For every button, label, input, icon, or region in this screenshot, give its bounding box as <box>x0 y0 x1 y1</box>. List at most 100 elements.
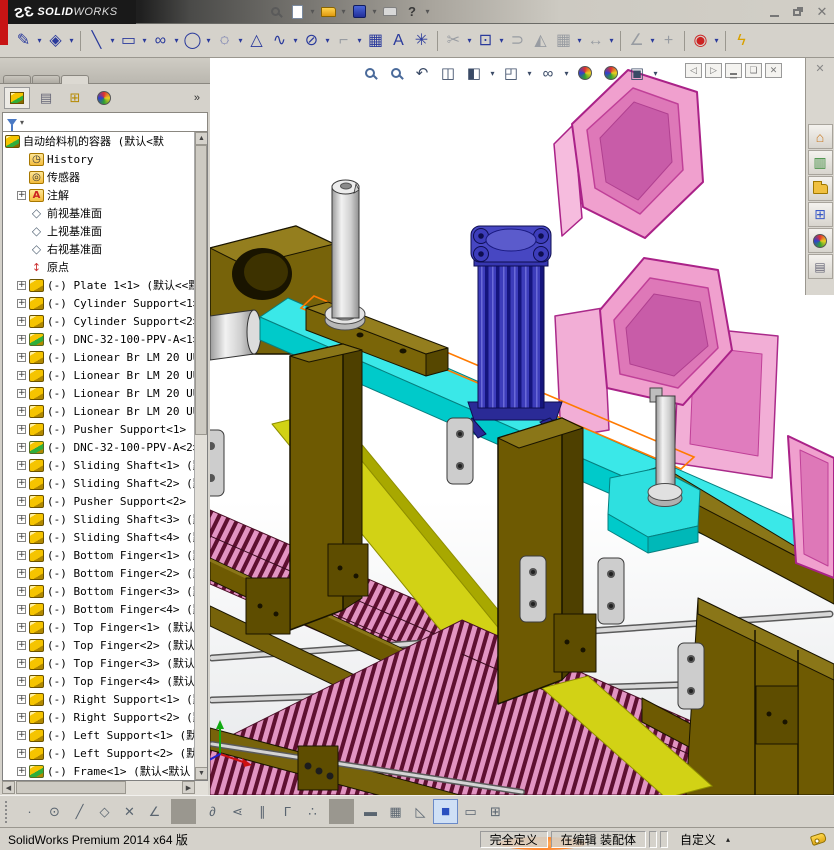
menu-toolbox[interactable] <box>216 9 232 15</box>
tree-item[interactable]: + (-) Sliding Shaft<4> (默 <box>3 528 194 546</box>
window-pane-button[interactable]: ▭ <box>458 799 483 824</box>
add-relation-button[interactable]: + <box>657 29 680 53</box>
viewport-3d[interactable] <box>196 58 834 850</box>
restore-button[interactable] <box>786 3 810 21</box>
expand-toggle[interactable]: + <box>17 712 26 722</box>
panel-tab-featuremanager[interactable] <box>4 87 30 109</box>
help-button[interactable]: ? <box>401 2 423 22</box>
expand-toggle[interactable]: + <box>17 586 26 596</box>
panel-chevron[interactable]: » <box>194 92 206 104</box>
expand-toggle[interactable]: + <box>17 478 26 488</box>
midpoint-snap-button[interactable]: ⋖ <box>225 799 250 824</box>
expand-toggle[interactable]: + <box>17 316 26 326</box>
previous-view-button[interactable]: ↶ <box>410 62 434 84</box>
text-button[interactable]: A <box>387 29 410 53</box>
tree-item[interactable]: + (-) Pusher Support<2> ( <box>3 492 194 510</box>
hide-show-dropdown[interactable]: ▾ <box>562 62 571 84</box>
menu-help[interactable] <box>248 9 264 15</box>
tree-item[interactable]: + (-) Lionear Br LM 20 UU <box>3 402 194 420</box>
help-dropdown[interactable]: ▾ <box>423 2 432 22</box>
tree-item[interactable]: + (-) Lionear Br LM 20 UU <box>3 348 194 366</box>
tree-item[interactable]: + (-) Bottom Finger<3> (默 <box>3 582 194 600</box>
expand-toggle[interactable]: + <box>17 370 26 380</box>
home-icon[interactable]: ⌂ <box>807 124 833 149</box>
expand-toggle[interactable]: + <box>17 496 26 506</box>
angle-snap-button[interactable]: ◺ <box>408 799 433 824</box>
save-dropdown[interactable]: ▾ <box>370 2 379 22</box>
point-snap-button[interactable]: · <box>17 799 42 824</box>
new-document-button[interactable] <box>286 2 308 22</box>
taskpane-close-icon[interactable]: ✕ <box>815 62 824 78</box>
pane-right-button[interactable]: ▷ <box>705 63 722 78</box>
move-entities-button[interactable]: ↔ <box>584 29 607 53</box>
line-snap-button[interactable]: ╱ <box>67 799 92 824</box>
polygon-button[interactable]: △ <box>245 29 268 53</box>
tree-item[interactable]: + (-) Top Finger<4> (默认 <box>3 672 194 690</box>
horizontal-scroll-thumb[interactable] <box>16 781 126 794</box>
tab-assembly[interactable] <box>3 75 31 83</box>
view-settings-button[interactable]: ▣ <box>625 62 649 84</box>
expand-toggle[interactable]: + <box>17 298 26 308</box>
minimize-button[interactable] <box>762 3 786 21</box>
tree-item[interactable]: ◇ 前视基准面 <box>3 204 194 222</box>
separator[interactable] <box>80 30 81 51</box>
spline-dropdown[interactable]: ▾ <box>291 29 300 53</box>
tree-item[interactable]: + (-) DNC-32-100-PPV-A<2> <box>3 438 194 456</box>
zoom-to-fit-button[interactable] <box>358 62 382 84</box>
open-dropdown[interactable]: ▾ <box>339 2 348 22</box>
nearest-snap-button[interactable]: ∠ <box>142 799 167 824</box>
edit-appearance-button[interactable] <box>573 62 597 84</box>
ellipse-button[interactable]: ⊘ <box>300 29 323 53</box>
tree-item[interactable]: + (-) Top Finger<1> (默认 <box>3 618 194 636</box>
custom-properties-icon[interactable]: ▤ <box>807 254 833 279</box>
expand-toggle[interactable]: + <box>17 568 26 578</box>
new-dropdown[interactable]: ▾ <box>308 2 317 22</box>
separator[interactable] <box>329 799 354 824</box>
apply-scene-button[interactable] <box>599 62 623 84</box>
snap-lines-button[interactable]: ▬ <box>358 799 383 824</box>
appearances-icon[interactable] <box>807 228 833 253</box>
design-library-icon[interactable]: ▥ <box>807 150 833 175</box>
separator[interactable] <box>725 30 726 51</box>
tag-icon[interactable] <box>809 831 828 847</box>
tree-item[interactable]: ↕ 原点 <box>3 258 194 276</box>
expand-toggle[interactable]: + <box>17 550 26 560</box>
expand-toggle[interactable]: + <box>17 640 26 650</box>
view-settings-dropdown[interactable]: ▾ <box>651 62 660 84</box>
menu-view[interactable] <box>168 9 184 15</box>
hide-show-items-button[interactable]: ∞ <box>536 62 560 84</box>
tree-vertical-scrollbar[interactable]: ▲ ▼ <box>194 132 207 780</box>
arc-dropdown[interactable]: ▾ <box>236 29 245 53</box>
tree-item[interactable]: + (-) Cylinder Support<2> <box>3 312 194 330</box>
sketch-settings-button[interactable]: ϟ <box>730 29 753 53</box>
window-split-button[interactable]: ⊞ <box>483 799 508 824</box>
expand-toggle[interactable]: + <box>17 604 26 614</box>
section-view-button[interactable]: ◫ <box>436 62 460 84</box>
pane-left-button[interactable]: ◁ <box>685 63 702 78</box>
expand-toggle[interactable]: + <box>17 676 26 686</box>
tree-item[interactable]: ◷ History <box>3 150 194 168</box>
tree-item[interactable]: + (-) Bottom Finger<1> (默 <box>3 546 194 564</box>
smart-dimension-button[interactable]: ◈ <box>44 29 67 53</box>
convert-entities-button[interactable]: ⊡ <box>474 29 497 53</box>
contours-dropdown[interactable]: ▾ <box>712 29 721 53</box>
perpendicular-snap-button[interactable]: Γ <box>275 799 300 824</box>
tab-sketch[interactable] <box>61 75 89 84</box>
dimension-dropdown[interactable]: ▾ <box>67 29 76 53</box>
expand-toggle[interactable]: + <box>17 442 26 452</box>
tree-item[interactable]: + (-) Left Support<1> (默 <box>3 726 194 744</box>
tree-item[interactable]: ◇ 上视基准面 <box>3 222 194 240</box>
line-dropdown[interactable]: ▾ <box>108 29 117 53</box>
tree-item[interactable]: ◇ 右视基准面 <box>3 240 194 258</box>
offset-entities-button[interactable]: ⊃ <box>506 29 529 53</box>
convert-dropdown[interactable]: ▾ <box>497 29 506 53</box>
tree-item[interactable]: + (-) Cylinder Support<1> <box>3 294 194 312</box>
expand-toggle[interactable]: + <box>17 658 26 668</box>
menu-insert[interactable] <box>184 9 200 15</box>
scroll-left-button[interactable]: ◀ <box>2 781 15 794</box>
expand-toggle[interactable]: + <box>17 730 26 740</box>
toolbar-grip[interactable] <box>5 800 9 823</box>
relations-dropdown[interactable]: ▾ <box>648 29 657 53</box>
expand-toggle[interactable]: + <box>17 190 26 200</box>
tree-item[interactable]: + (-) Sliding Shaft<1> (默 <box>3 456 194 474</box>
